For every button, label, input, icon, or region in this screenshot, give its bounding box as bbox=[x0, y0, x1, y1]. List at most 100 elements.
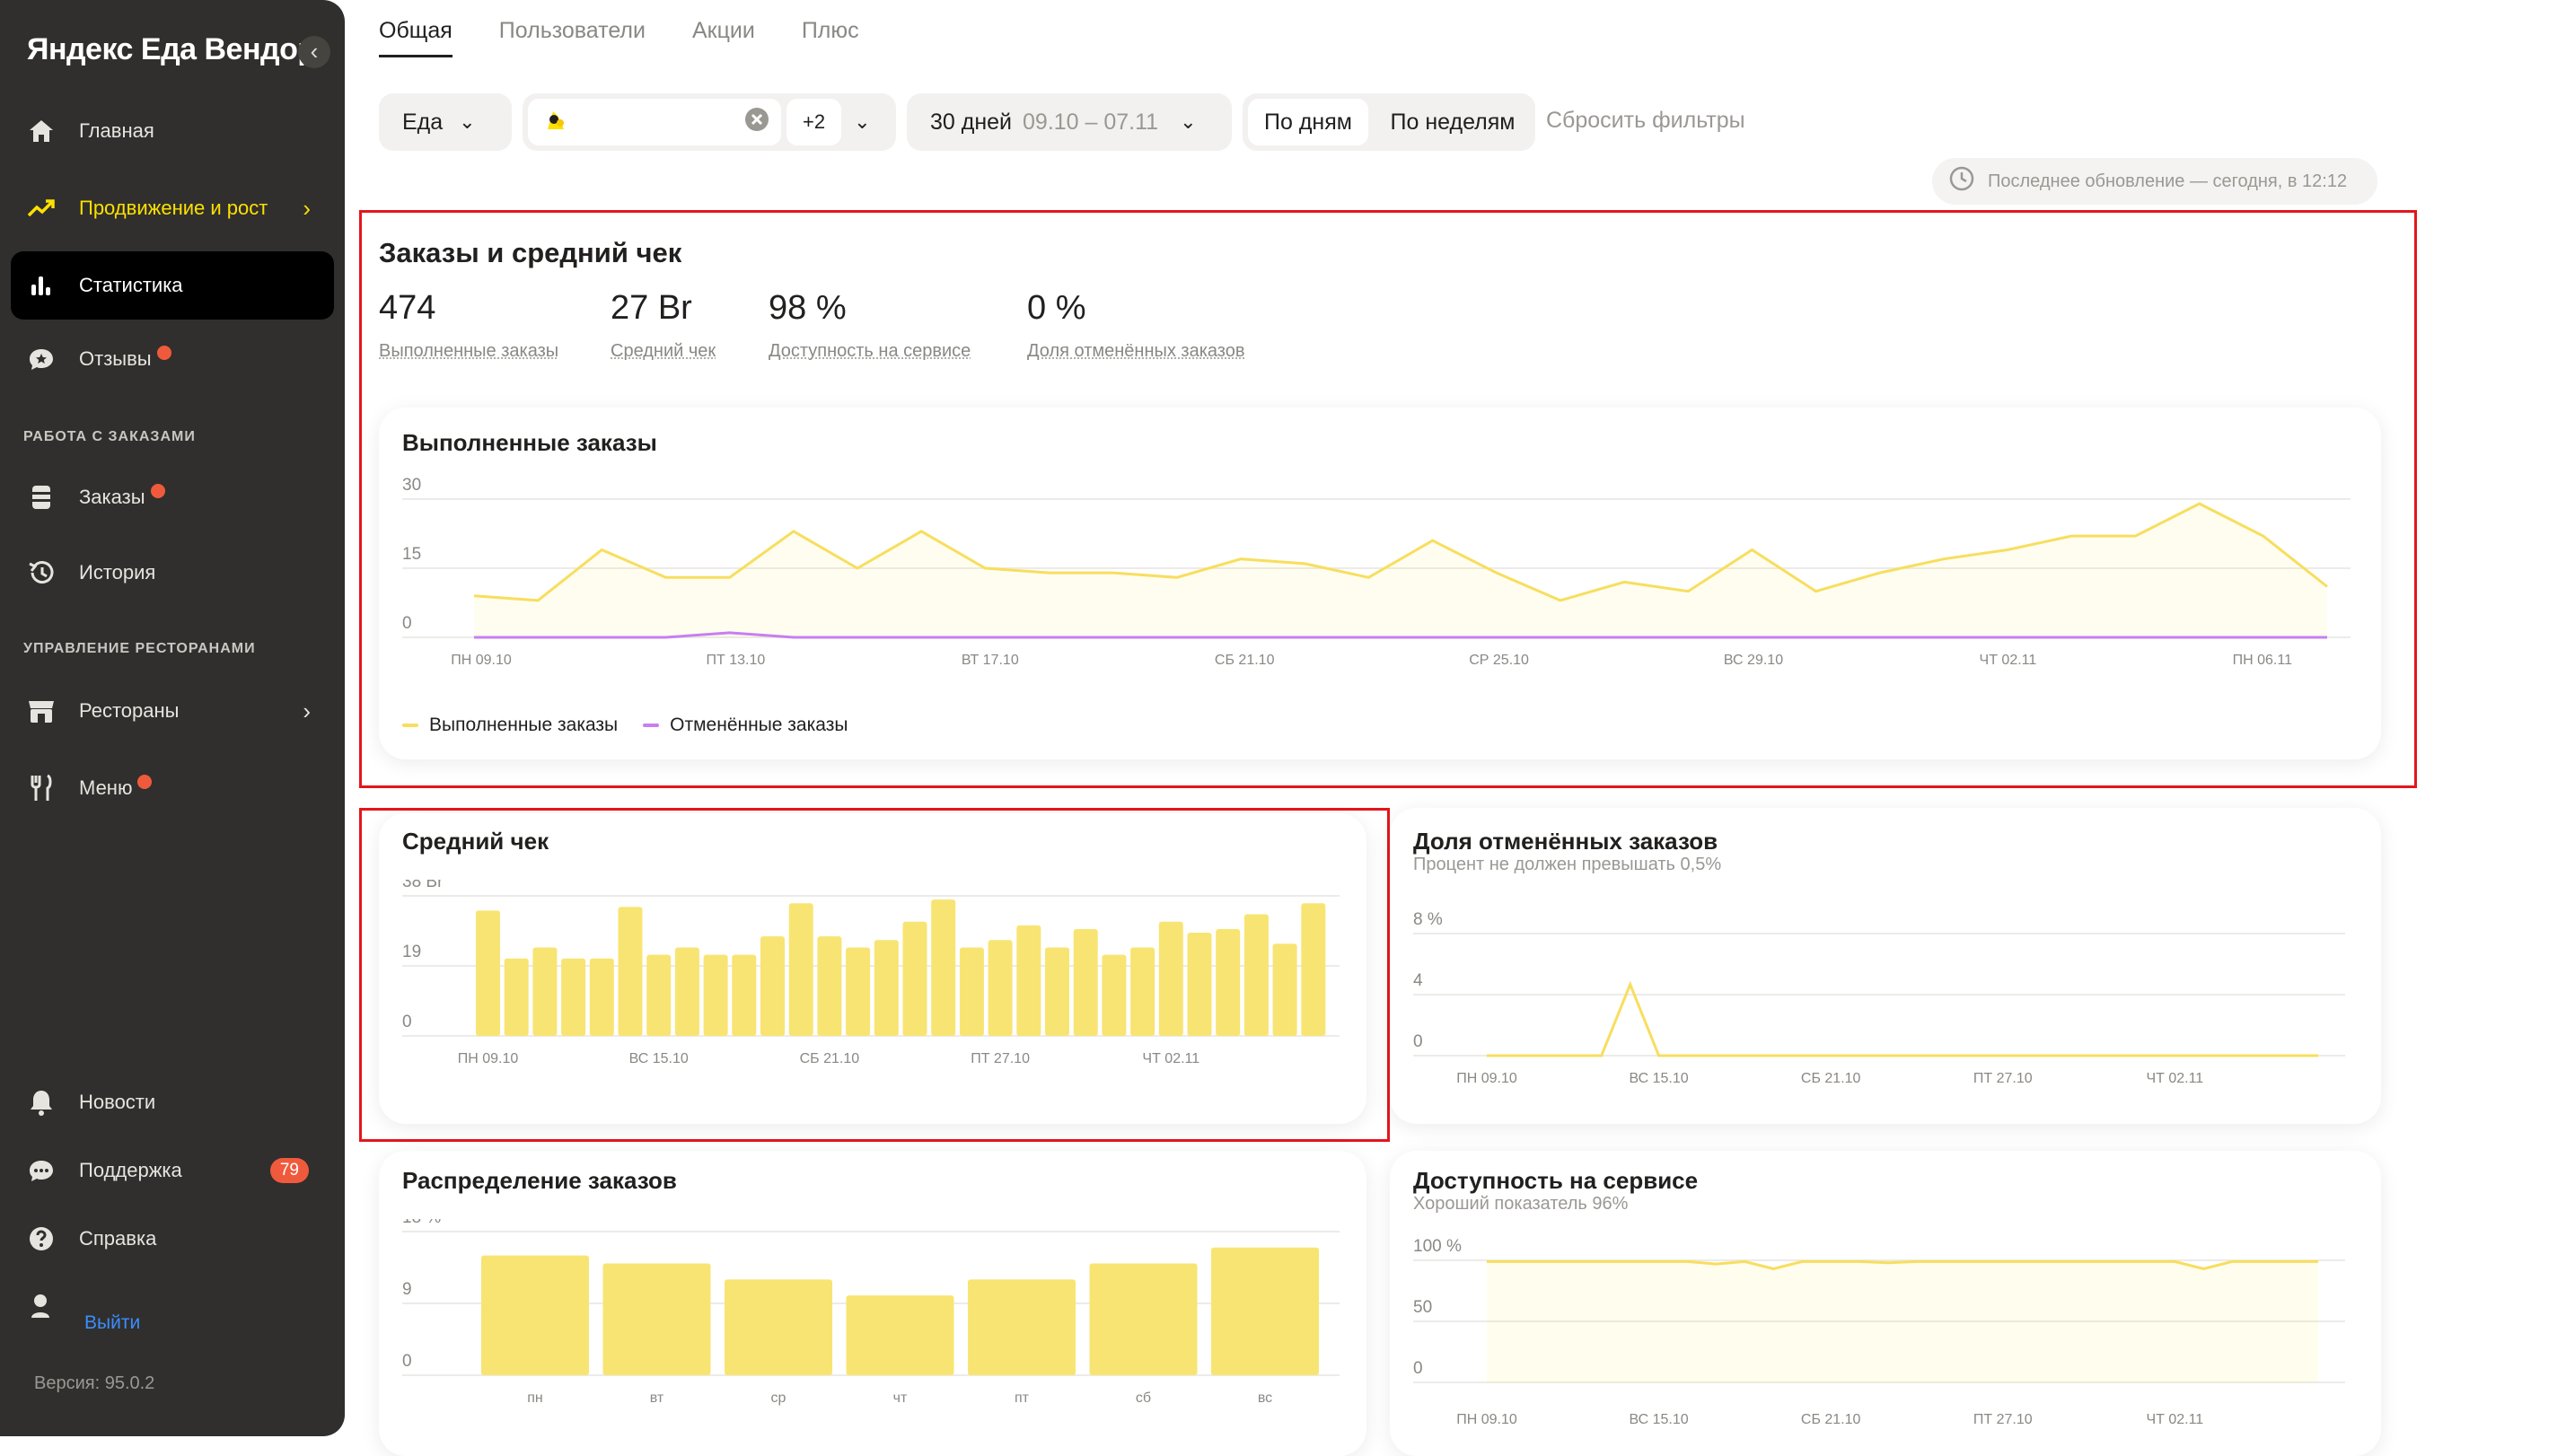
y-tick-label: 30 bbox=[402, 476, 421, 495]
collapse-sidebar-button[interactable]: ‹ bbox=[298, 36, 330, 68]
bar bbox=[1130, 947, 1155, 1036]
tab-promotions[interactable]: Акции bbox=[692, 18, 755, 57]
bar bbox=[931, 899, 955, 1036]
bar bbox=[960, 947, 984, 1036]
sidebar-item-label: Отзывы bbox=[79, 347, 152, 371]
brand-logo[interactable]: Яндекс Еда Вендор bbox=[27, 32, 316, 67]
metric-avg-check-value: 27 Br bbox=[611, 289, 692, 328]
bar bbox=[603, 1264, 711, 1375]
sidebar-item-history[interactable]: История bbox=[11, 539, 334, 607]
period-label: 30 дней bbox=[930, 110, 1012, 136]
cancel-share-chart: 8 %40ПН 09.10ВС 15.10СБ 21.10ПТ 27.10ЧТ … bbox=[1390, 898, 2381, 1095]
restaurant-filter[interactable]: +2 ⌄ bbox=[523, 93, 896, 151]
y-tick-label: 19 bbox=[402, 943, 421, 961]
sidebar-item-home[interactable]: Главная bbox=[11, 97, 334, 165]
x-tick-label: ПН 09.10 bbox=[451, 653, 512, 668]
metric-completed-value: 474 bbox=[379, 289, 435, 328]
x-tick-label: ПН 09.10 bbox=[1456, 1412, 1517, 1427]
bar-chart-icon bbox=[25, 274, 57, 297]
chevron-down-icon: ⌄ bbox=[459, 110, 475, 134]
sidebar-item-restaurants[interactable]: Рестораны › bbox=[11, 677, 334, 745]
y-tick-label: 50 bbox=[1413, 1298, 1432, 1317]
sidebar-item-label: Статистика bbox=[79, 274, 183, 297]
summary-title: Заказы и средний чек bbox=[379, 237, 681, 269]
notification-dot bbox=[157, 346, 171, 360]
by-weeks-option[interactable]: По неделям bbox=[1374, 99, 1532, 145]
avg-check-chart: 38 Br190ПН 09.10ВС 15.10СБ 21.10ПТ 27.10… bbox=[379, 880, 1366, 1077]
chevron-right-icon: › bbox=[303, 697, 311, 725]
granularity-toggle: По дням По неделям bbox=[1243, 93, 1535, 151]
metric-cancel-share-label[interactable]: Доля отменённых заказов bbox=[1027, 341, 1245, 362]
clock-icon bbox=[1948, 165, 1975, 197]
x-tick-label: ПТ 27.10 bbox=[971, 1051, 1030, 1066]
x-tick-label: ПН 09.10 bbox=[1456, 1071, 1517, 1086]
chart-legend: Выполненные заказы Отменённые заказы bbox=[402, 715, 848, 736]
sidebar-item-menu[interactable]: Меню bbox=[11, 754, 334, 822]
x-tick-label: чт bbox=[893, 1390, 908, 1406]
sidebar-item-label: Справка bbox=[79, 1227, 156, 1250]
sidebar-item-reviews[interactable]: Отзывы bbox=[11, 325, 334, 393]
x-tick-label: СБ 21.10 bbox=[1801, 1412, 1861, 1427]
x-tick-label: ЧТ 02.11 bbox=[1980, 653, 2037, 668]
x-tick-label: СБ 21.10 bbox=[800, 1051, 860, 1066]
app-version: Версия: 95.0.2 bbox=[34, 1373, 154, 1394]
bar bbox=[817, 936, 841, 1036]
period-select[interactable]: 30 дней 09.10 – 07.11 ⌄ bbox=[907, 93, 1232, 151]
home-icon bbox=[25, 118, 57, 144]
tab-plus[interactable]: Плюс bbox=[802, 18, 859, 57]
sidebar-item-support[interactable]: Поддержка 79 bbox=[11, 1136, 334, 1205]
bar bbox=[725, 1279, 832, 1375]
bar bbox=[704, 955, 728, 1036]
sidebar-item-label: Меню bbox=[79, 776, 132, 800]
by-days-option[interactable]: По дням bbox=[1248, 99, 1368, 145]
bar bbox=[789, 903, 813, 1036]
orders-icon bbox=[25, 484, 57, 511]
bar bbox=[1244, 915, 1269, 1036]
x-tick-label: СР 25.10 bbox=[1469, 653, 1529, 668]
review-bubble-icon bbox=[25, 346, 57, 372]
metric-cancel-share-value: 0 % bbox=[1027, 289, 1085, 328]
chevron-down-icon: ⌄ bbox=[1180, 110, 1196, 134]
sidebar-item-promotion[interactable]: Продвижение и рост › bbox=[11, 174, 334, 242]
restaurant-logo-icon bbox=[542, 106, 569, 139]
bar bbox=[847, 1295, 954, 1375]
y-tick-label: 15 bbox=[402, 545, 421, 564]
x-tick-label: ЧТ 02.11 bbox=[2146, 1071, 2203, 1086]
sidebar-item-label: Рестораны bbox=[79, 699, 179, 723]
category-select[interactable]: Еда ⌄ bbox=[379, 93, 512, 151]
logout-link[interactable]: Выйти bbox=[84, 1312, 140, 1334]
bar bbox=[1102, 955, 1126, 1036]
sidebar-item-label: Заказы bbox=[79, 486, 145, 509]
top-tabs: Общая Пользователи Акции Плюс bbox=[379, 18, 859, 57]
metric-availability-label[interactable]: Доступность на сервисе bbox=[769, 341, 971, 362]
tab-general[interactable]: Общая bbox=[379, 18, 453, 57]
sidebar-item-help[interactable]: Справка bbox=[11, 1205, 334, 1273]
metric-availability-value: 98 % bbox=[769, 289, 847, 328]
availability-chart: 100 %500ПН 09.10ВС 15.10СБ 21.10ПТ 27.10… bbox=[1390, 1239, 2381, 1436]
legend-item-completed[interactable]: Выполненные заказы bbox=[402, 715, 618, 736]
chart-subtitle: Хороший показатель 96% bbox=[1413, 1194, 1628, 1215]
tab-users[interactable]: Пользователи bbox=[499, 18, 646, 57]
sidebar-item-statistics[interactable]: Статистика bbox=[11, 251, 334, 320]
x-tick-label: пт bbox=[1015, 1390, 1030, 1406]
clear-selection-icon[interactable] bbox=[743, 106, 770, 139]
question-icon bbox=[25, 1225, 57, 1252]
bar bbox=[1090, 1264, 1198, 1375]
chevron-down-icon[interactable]: ⌄ bbox=[854, 110, 870, 134]
metric-avg-check-label[interactable]: Средний чек bbox=[611, 341, 716, 362]
metric-completed-label[interactable]: Выполненные заказы bbox=[379, 341, 558, 362]
sidebar-item-label: Главная bbox=[79, 119, 154, 143]
bar bbox=[505, 959, 529, 1036]
reset-filters-link[interactable]: Сбросить фильтры bbox=[1546, 108, 1745, 134]
sidebar-item-orders[interactable]: Заказы bbox=[11, 463, 334, 531]
legend-item-cancelled[interactable]: Отменённые заказы bbox=[643, 715, 848, 736]
more-restaurants-chip[interactable]: +2 bbox=[786, 99, 841, 145]
restaurant-select-input[interactable] bbox=[528, 99, 781, 145]
sidebar-item-news[interactable]: Новости bbox=[11, 1068, 334, 1136]
bar bbox=[476, 910, 500, 1036]
sidebar-item-label: Новости bbox=[79, 1091, 155, 1114]
series-area bbox=[1487, 1261, 2318, 1382]
bar bbox=[1188, 933, 1212, 1036]
bar bbox=[989, 940, 1013, 1036]
bar bbox=[968, 1279, 1076, 1375]
